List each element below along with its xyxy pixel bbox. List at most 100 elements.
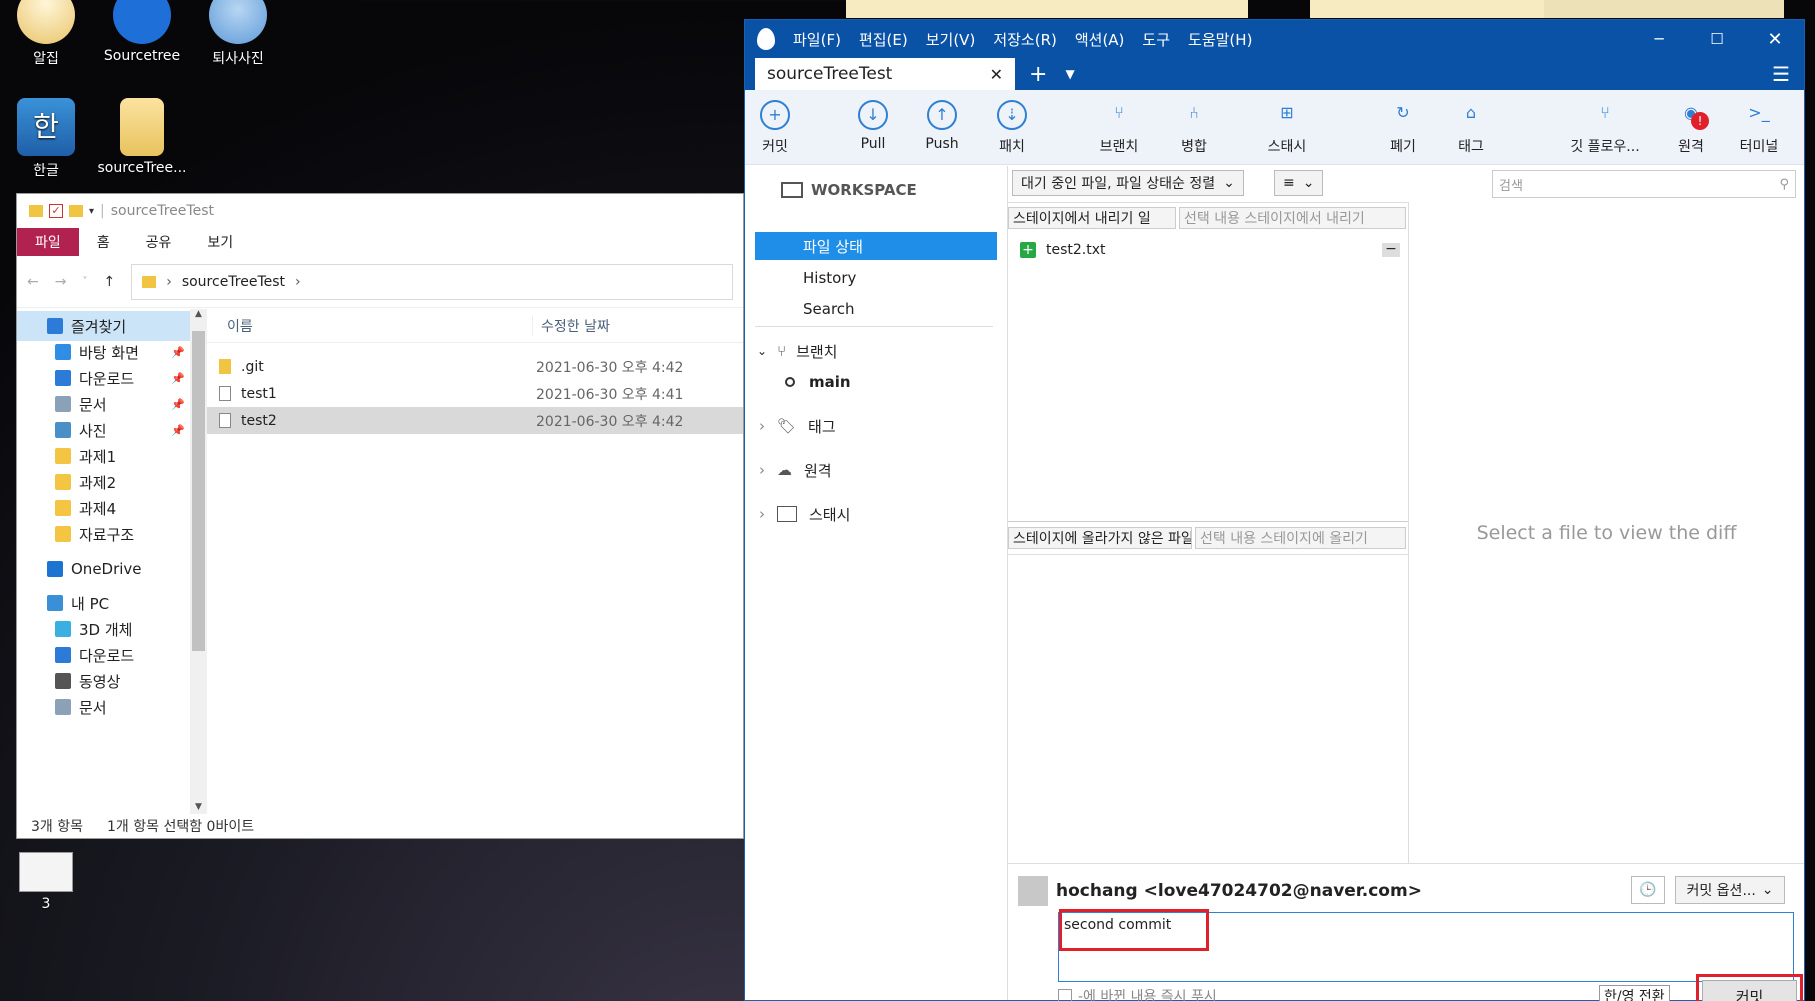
tab-dropdown-icon[interactable]: ▼ <box>1065 67 1074 81</box>
menu-item[interactable]: 보기(V) <box>926 31 976 49</box>
minimize-icon[interactable]: ─ <box>1630 30 1688 48</box>
chevron-right-icon[interactable]: › <box>759 461 765 479</box>
checkbox-icon[interactable]: ✓ <box>49 204 63 218</box>
toolbar-button[interactable]: ⇣ 패치 <box>990 100 1034 156</box>
diff-placeholder: Select a file to view the diff <box>1476 521 1737 544</box>
forward-icon[interactable]: → <box>55 274 67 290</box>
nav-item[interactable]: 자료구조 <box>17 519 190 549</box>
toolbar-button[interactable]: ⑂ 브랜치 <box>1097 100 1141 156</box>
desktop-icon-sourcetree[interactable]: Sourcetree <box>94 0 190 64</box>
menu-item[interactable]: 도구 <box>1142 31 1170 49</box>
desktop-icon-hangul[interactable]: 한 한글 <box>0 98 94 180</box>
desktop-icon-alzip[interactable]: 알집 <box>0 0 94 68</box>
ribbon-tabs: 파일 홈 공유 보기 <box>17 228 743 256</box>
chevron-right-icon[interactable]: › <box>759 417 765 435</box>
file-row[interactable]: .git 2021-06-30 오후 4:42 <box>207 353 743 380</box>
nav-scrollbar[interactable]: ▲ ▼ <box>190 309 207 814</box>
video-icon <box>55 673 71 689</box>
sidebar-item-history[interactable]: History <box>745 264 1007 292</box>
chevron-right-icon[interactable]: › <box>295 274 301 290</box>
discard-icon: ↻ <box>1396 103 1410 122</box>
scrollbar-thumb[interactable] <box>192 331 205 651</box>
repository-tab[interactable]: sourceTreeTest ✕ <box>755 58 1015 90</box>
checkbox[interactable] <box>1058 989 1072 1001</box>
sidebar-group-branches[interactable]: ⌄ ⑂ 브랜치 <box>745 337 1007 365</box>
toolbar-button[interactable]: ⑃ 병합 <box>1172 100 1216 156</box>
stage-all-button[interactable]: 스테이지에 올라가지 않은 파일 <box>1008 527 1192 549</box>
scroll-up-icon[interactable]: ▲ <box>190 309 207 319</box>
column-name[interactable]: 이름 <box>207 316 532 336</box>
toolbar-button[interactable]: ↑ Push <box>920 100 964 152</box>
menu-item[interactable]: 편집(E) <box>859 31 908 49</box>
toolbar-button[interactable]: ⊞ 스태시 <box>1265 100 1309 156</box>
up-icon[interactable]: ↑ <box>103 274 115 290</box>
sidebar-group-tags[interactable]: › 🏷 태그 <box>745 412 1007 440</box>
toolbar-button-label: 브랜치 <box>1099 139 1139 155</box>
sidebar-item-file-status[interactable]: 파일 상태 <box>755 232 997 260</box>
unstage-all-button[interactable]: 스테이지에서 내리기 일 <box>1008 207 1176 229</box>
toolbar-button[interactable]: ⑂ 깃 플로우... <box>1565 100 1645 156</box>
plus-circle-icon: + <box>760 100 790 130</box>
ribbon-tab-home[interactable]: 홈 <box>79 228 128 256</box>
desktop-icon-label: 3 <box>41 896 51 912</box>
dropdown-icon[interactable]: ▾ <box>89 206 94 217</box>
ribbon-tab-share[interactable]: 공유 <box>128 228 190 256</box>
chevron-down-icon[interactable]: ˅ <box>82 276 87 287</box>
unstage-selected-button[interactable]: 선택 내용 스테이지에서 내리기 <box>1179 207 1406 229</box>
sidebar-item-search[interactable]: Search <box>745 295 1007 323</box>
close-icon[interactable]: ✕ <box>1746 29 1804 50</box>
chevron-right-icon[interactable]: › <box>759 505 765 523</box>
new-tab-icon[interactable]: + <box>1029 62 1047 87</box>
stage-selected-button[interactable]: 선택 내용 스테이지에 올리기 <box>1195 527 1406 549</box>
pin-icon[interactable]: 📌 <box>171 424 185 437</box>
address-bar[interactable]: › sourceTreeTest › <box>131 263 733 300</box>
sidebar-item-branch-main[interactable]: main <box>745 368 1007 396</box>
close-tab-icon[interactable]: ✕ <box>990 65 1003 84</box>
toolbar-button[interactable]: + 커밋 <box>753 100 797 156</box>
ribbon-tab-view[interactable]: 보기 <box>189 228 251 256</box>
nav-item[interactable]: 문서 <box>17 692 190 722</box>
staged-file-row[interactable]: + test2.txt − <box>1008 232 1408 268</box>
menu-item[interactable]: 저장소(R) <box>993 31 1057 49</box>
toolbar-button[interactable]: ! ◉ 원격 <box>1669 100 1713 156</box>
toolbar-button[interactable]: ⌂ 태그 <box>1449 100 1493 156</box>
menu-item[interactable]: 파일(F) <box>793 31 841 49</box>
view-mode-dropdown[interactable]: ≡ ⌄ <box>1274 170 1324 196</box>
menu-item[interactable]: 도움말(H) <box>1188 31 1252 49</box>
desktop-icon-photos[interactable]: 퇴사사진 <box>190 0 286 68</box>
explorer-titlebar: ✓ ▾ | sourceTreeTest <box>17 194 743 228</box>
commit-button[interactable]: 커밋 <box>1702 980 1797 1001</box>
unstage-file-icon[interactable]: − <box>1382 242 1400 257</box>
commit-message-input[interactable]: second commit <box>1058 909 1794 982</box>
back-icon[interactable]: ← <box>27 274 39 290</box>
pin-icon[interactable]: 📌 <box>171 372 185 385</box>
repository-tab-title: sourceTreeTest <box>767 64 893 84</box>
pin-icon[interactable]: 📌 <box>171 346 185 359</box>
menu-item[interactable]: 액션(A) <box>1075 31 1125 49</box>
history-clock-icon[interactable]: 🕒 <box>1631 876 1665 904</box>
maximize-icon[interactable]: ☐ <box>1688 30 1746 48</box>
column-modified[interactable]: 수정한 날짜 <box>532 315 610 336</box>
sidebar-group-stashes[interactable]: › 스태시 <box>745 500 1007 528</box>
push-immediately-option[interactable]: -에 바뀐 내용 즉시 푸시 <box>1058 986 1217 1001</box>
hamburger-menu-icon[interactable]: ☰ <box>1772 62 1790 86</box>
toolbar-button[interactable]: ↻ 폐기 <box>1381 100 1425 156</box>
nav-item[interactable]: OneDrive <box>17 554 190 584</box>
commit-options-dropdown[interactable]: 커밋 옵션... ⌄ <box>1675 876 1785 904</box>
sidebar-group-remotes[interactable]: › ☁ 원격 <box>745 456 1007 484</box>
pin-icon[interactable]: 📌 <box>171 398 185 411</box>
scroll-down-icon[interactable]: ▼ <box>190 802 207 812</box>
file-row[interactable]: test2 2021-06-30 오후 4:42 <box>207 407 743 434</box>
toolbar-button[interactable]: ↓ Pull <box>851 100 895 152</box>
file-row[interactable]: test1 2021-06-30 오후 4:41 <box>207 380 743 407</box>
nav-item-label: 과제2 <box>79 473 117 492</box>
desktop-icon-sourcetree-folder[interactable]: sourceTree... <box>94 98 190 176</box>
text-file-icon <box>219 386 231 401</box>
ribbon-tab-file[interactable]: 파일 <box>17 228 79 256</box>
search-input[interactable]: 검색 ⚲ <box>1492 170 1796 198</box>
file-filter-dropdown[interactable]: 대기 중인 파일, 파일 상태순 정렬 ⌄ <box>1012 170 1244 196</box>
desktop-icon-screenshot[interactable]: 3 <box>0 852 94 912</box>
chevron-down-icon[interactable]: ⌄ <box>757 344 767 358</box>
address-path[interactable]: sourceTreeTest <box>182 274 285 290</box>
toolbar-button[interactable]: >_ 터미널 <box>1737 100 1781 156</box>
